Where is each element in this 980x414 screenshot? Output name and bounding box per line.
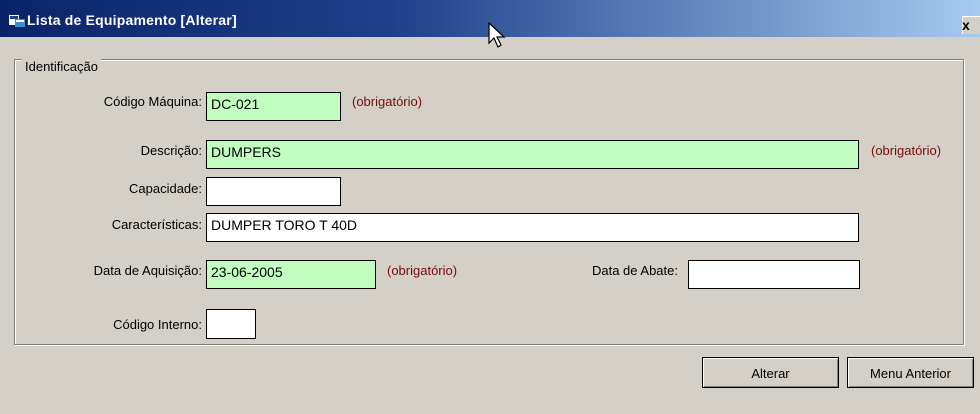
menu-anterior-button[interactable]: Menu Anterior (847, 357, 974, 388)
data-aquisicao-input[interactable]: 23-06-2005 (206, 260, 376, 289)
descricao-input[interactable]: DUMPERS (206, 140, 859, 169)
codigo-maquina-required: (obrigatório) (352, 94, 423, 109)
codigo-interno-label: Código Interno: (113, 317, 202, 332)
group-legend: Identificação (22, 59, 101, 75)
codigo-maquina-input[interactable]: DC-021 (206, 92, 341, 121)
data-aquisicao-required: (obrigatório) (387, 263, 458, 278)
descricao-label: Descrição: (140, 143, 202, 158)
app-icon (9, 15, 25, 27)
capacidade-label: Capacidade: (129, 181, 202, 196)
data-abate-label: Data de Abate: (591, 263, 678, 278)
descricao-required: (obrigatório) (871, 143, 942, 158)
codigo-interno-input[interactable] (206, 309, 256, 339)
data-aquisicao-label: Data de Aquisição: (93, 263, 202, 278)
close-icon: x (962, 17, 970, 33)
close-button[interactable]: x (962, 16, 980, 34)
alterar-button[interactable]: Alterar (702, 357, 839, 388)
mouse-cursor-icon (488, 22, 506, 48)
window-title: Lista de Equipamento [Alterar] (27, 12, 237, 28)
data-abate-input[interactable] (688, 260, 860, 289)
codigo-maquina-label: Código Máquina: (103, 94, 202, 109)
capacidade-input[interactable] (206, 177, 341, 206)
caracteristicas-input[interactable]: DUMPER TORO T 40D (206, 213, 859, 242)
caracteristicas-label: Características: (111, 217, 202, 232)
